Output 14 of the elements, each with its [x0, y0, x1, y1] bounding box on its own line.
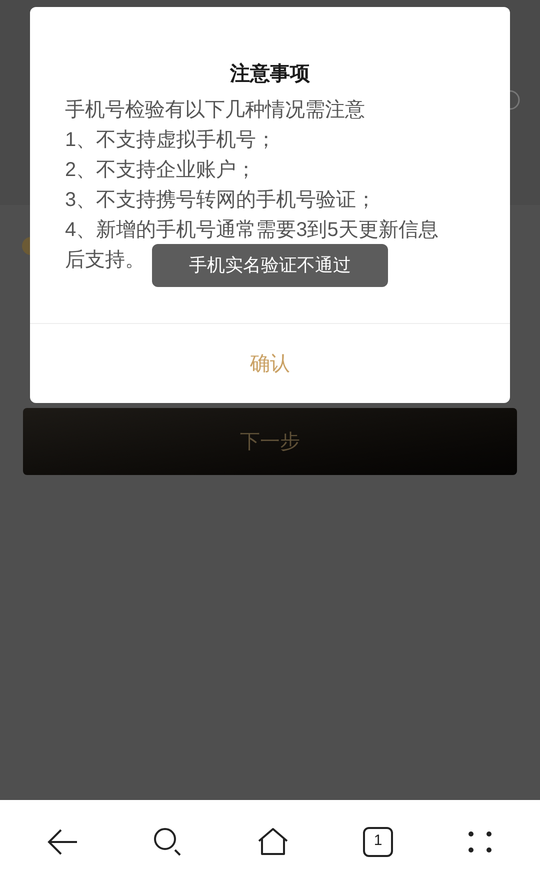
error-toast: 手机实名验证不通过 — [152, 244, 388, 287]
dialog-text: 4、新增的手机号通常需要3到5天更新信息 — [65, 218, 438, 243]
dialog-text: 3、不支持携号转网的手机号验证； — [65, 188, 376, 213]
confirm-button[interactable]: 确认 — [234, 344, 306, 382]
more-dots-icon[interactable] — [467, 830, 493, 854]
dialog-text: 2、不支持企业账户； — [65, 158, 256, 183]
search-icon[interactable] — [153, 826, 183, 856]
dialog-text: 1、不支持虚拟手机号； — [65, 128, 276, 153]
dialog-text: 后支持。 — [65, 248, 145, 273]
tab-count-icon[interactable]: 1 — [363, 826, 393, 856]
back-arrow-icon[interactable] — [47, 828, 79, 856]
home-icon[interactable] — [257, 826, 289, 856]
dialog-title: 注意事项 — [228, 62, 311, 87]
dialog-text: 手机号检验有以下几种情况需注意 — [65, 98, 366, 123]
